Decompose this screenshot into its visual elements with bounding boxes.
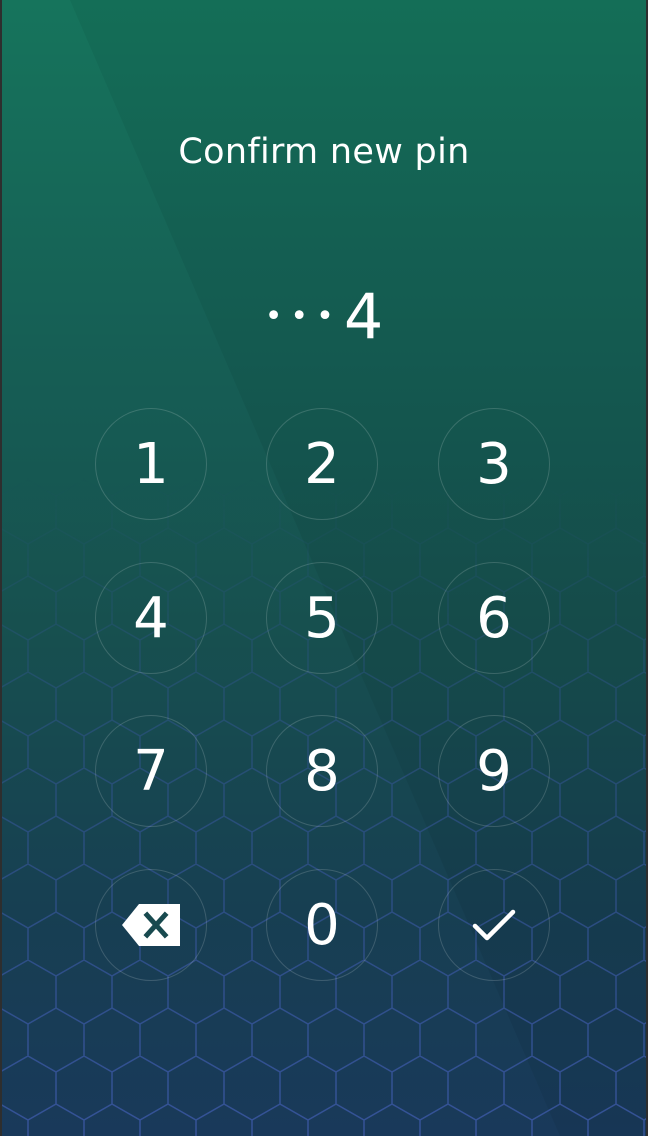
pin-last-digit: 4 (343, 279, 384, 353)
delete-button[interactable] (95, 869, 207, 981)
key-1[interactable]: 1 (95, 408, 207, 520)
checkmark-icon (472, 909, 516, 941)
key-4[interactable]: 4 (95, 562, 207, 674)
key-9[interactable]: 9 (438, 715, 550, 827)
pin-masked-digits: ••• (264, 298, 342, 334)
pin-screen: Confirm new pin •••4 1 2 3 4 5 6 7 8 9 0 (0, 0, 648, 1136)
page-title: Confirm new pin (178, 132, 470, 172)
backspace-icon (122, 904, 180, 946)
key-6[interactable]: 6 (438, 562, 550, 674)
pin-display: •••4 (0, 278, 648, 351)
key-0[interactable]: 0 (266, 869, 378, 981)
key-3[interactable]: 3 (438, 408, 550, 520)
key-5[interactable]: 5 (266, 562, 378, 674)
key-2[interactable]: 2 (266, 408, 378, 520)
key-7[interactable]: 7 (95, 715, 207, 827)
confirm-button[interactable] (438, 869, 550, 981)
key-8[interactable]: 8 (266, 715, 378, 827)
